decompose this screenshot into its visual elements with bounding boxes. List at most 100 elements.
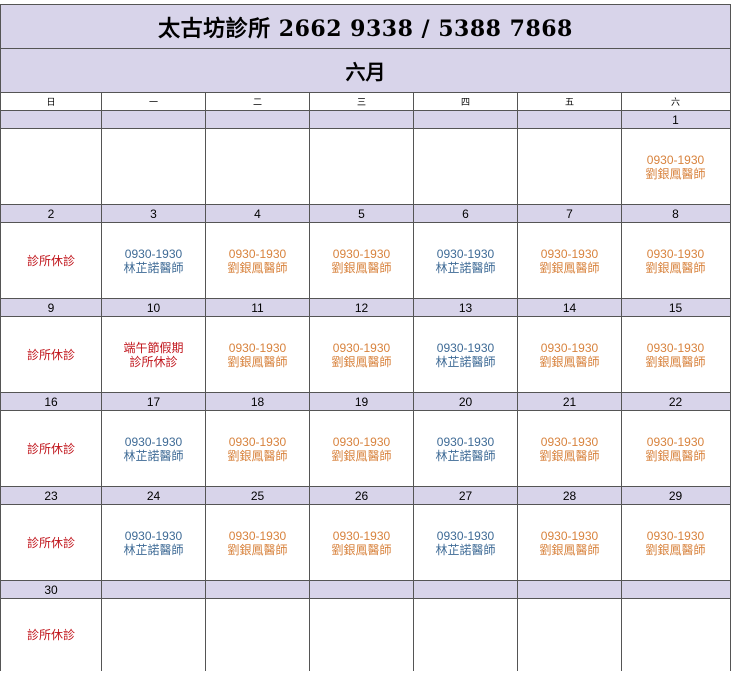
schedule-note: 劉銀鳳醫師 xyxy=(645,354,706,369)
schedule-cell: 0930-1930 林芷諾醫師 xyxy=(414,317,518,392)
schedule-note: 林芷諾醫師 xyxy=(123,260,184,275)
schedule-hours: 0930-1930 xyxy=(228,246,287,261)
schedule-cell: 0930-1930 劉銀鳳醫師 xyxy=(518,505,622,580)
date-cell: 28 xyxy=(518,487,622,504)
schedule-cell: 端午節假期 診所休診 xyxy=(102,317,206,392)
schedule-cell: 0930-1930 林芷諾醫師 xyxy=(102,411,206,486)
date-cell xyxy=(1,111,102,128)
schedule-note: 劉銀鳳醫師 xyxy=(539,542,600,557)
schedule-note: 劉銀鳳醫師 xyxy=(645,448,706,463)
schedule-cell: 0930-1930 劉銀鳳醫師 xyxy=(310,505,414,580)
date-cell: 10 xyxy=(102,299,206,316)
schedule-note: 診所休診 xyxy=(26,628,75,642)
month-title: 六月 xyxy=(1,49,730,93)
schedule-hours: 0930-1930 xyxy=(332,340,391,355)
schedule-cell: 0930-1930 林芷諾醫師 xyxy=(102,223,206,298)
schedule-hours: 端午節假期 xyxy=(123,340,184,355)
schedule-row: 診所休診 0930-1930 林芷諾醫師 0930-1930 劉銀鳳醫師 0930-193… xyxy=(1,223,730,299)
date-cell: 8 xyxy=(672,206,679,221)
schedule-cell: 診所休診 xyxy=(1,223,102,298)
date-cell xyxy=(206,581,310,598)
schedule-note: 林芷諾醫師 xyxy=(123,542,184,557)
date-cell xyxy=(310,111,414,128)
schedule-note: 劉銀鳳醫師 xyxy=(227,260,288,275)
schedule-hours: 0930-1930 xyxy=(646,434,705,449)
date-cell xyxy=(414,111,518,128)
date-cell: 23 xyxy=(1,487,102,504)
weekday-header-cell: 五 xyxy=(518,93,622,110)
schedule-hours: 0930-1930 xyxy=(228,528,287,543)
schedule-note: 劉銀鳳醫師 xyxy=(645,542,706,557)
schedule-cell: 診所休診 xyxy=(1,317,102,392)
schedule-note: 診所休診 xyxy=(26,441,75,456)
schedule-note: 林芷諾醫師 xyxy=(435,354,496,369)
schedule-cell xyxy=(102,599,206,671)
weekday-header-cell: 日 xyxy=(1,93,102,110)
date-cell: 26 xyxy=(310,487,414,504)
schedule-cell: 0930-1930 劉銀鳳醫師 xyxy=(622,223,729,298)
date-cell: 24 xyxy=(102,487,206,504)
schedule-note: 劉銀鳳醫師 xyxy=(331,260,392,275)
schedule-note: 診所休診 xyxy=(26,535,75,550)
schedule-note: 劉銀鳳醫師 xyxy=(227,448,288,463)
schedule-cell: 0930-1930 劉銀鳳醫師 xyxy=(310,317,414,392)
date-cell: 15 xyxy=(668,300,683,315)
schedule-hours: 0930-1930 xyxy=(436,528,495,543)
schedule-note: 診所休診 xyxy=(26,253,75,268)
date-cell: 9 xyxy=(1,299,102,316)
schedule-cell xyxy=(310,599,414,671)
weekday-header-cell: 三 xyxy=(310,93,414,110)
schedule-cell: 0930-1930 劉銀鳳醫師 xyxy=(518,317,622,392)
schedule-cell xyxy=(206,599,310,671)
schedule-note: 林芷諾醫師 xyxy=(123,448,184,463)
date-cell: 5 xyxy=(310,205,414,222)
date-cell: 12 xyxy=(310,299,414,316)
date-cell xyxy=(518,581,622,598)
schedule-row: 診所休診 xyxy=(1,599,730,671)
schedule-hours: 0930-1930 xyxy=(436,340,495,355)
schedule-cell xyxy=(518,129,622,204)
schedule-hours: 0930-1930 xyxy=(646,340,705,355)
schedule-cell xyxy=(1,129,102,204)
schedule-note: 診所休診 xyxy=(26,347,75,362)
schedule-note: 劉銀鳳醫師 xyxy=(645,166,706,181)
date-cell xyxy=(206,111,310,128)
schedule-note: 劉銀鳳醫師 xyxy=(539,354,600,369)
schedule-row: 診所休診 0930-1930 林芷諾醫師 0930-1930 劉銀鳳醫師 0930-193… xyxy=(1,411,730,487)
schedule-hours: 0930-1930 xyxy=(124,434,183,449)
schedule-cell: 0930-1930 林芷諾醫師 xyxy=(102,505,206,580)
schedule-note: 劉銀鳳醫師 xyxy=(331,542,392,557)
date-cell: 21 xyxy=(518,393,622,410)
date-cell: 29 xyxy=(668,488,683,503)
schedule-hours: 0930-1930 xyxy=(332,246,391,261)
schedule-cell xyxy=(414,599,518,671)
schedule-cell: 0930-1930 劉銀鳳醫師 xyxy=(206,411,310,486)
schedule-cell: 0930-1930 劉銀鳳醫師 xyxy=(310,411,414,486)
date-cell xyxy=(102,111,206,128)
date-cell: 17 xyxy=(102,393,206,410)
schedule-note: 林芷諾醫師 xyxy=(435,542,496,557)
schedule-cell: 0930-1930 劉銀鳳醫師 xyxy=(206,505,310,580)
date-cell: 4 xyxy=(206,205,310,222)
date-cell xyxy=(518,111,622,128)
schedule-note: 劉銀鳳醫師 xyxy=(331,354,392,369)
date-row: 16 17 18 19 20 21 22 xyxy=(1,393,730,411)
date-row: 1 xyxy=(1,111,730,129)
schedule-note: 劉銀鳳醫師 xyxy=(227,542,288,557)
date-row: 234567 8 xyxy=(1,205,730,223)
date-cell xyxy=(414,581,518,598)
date-cell: 20 xyxy=(414,393,518,410)
schedule-hours: 0930-1930 xyxy=(540,528,599,543)
date-cell: 13 xyxy=(414,299,518,316)
schedule-hours: 0930-1930 xyxy=(124,246,183,261)
date-cell: 2 xyxy=(1,205,102,222)
date-cell: 16 xyxy=(1,393,102,410)
schedule-hours: 0930-1930 xyxy=(436,434,495,449)
schedule-row: 診所休診 0930-1930 林芷諾醫師 0930-1930 劉銀鳳醫師 0930-193… xyxy=(1,505,730,581)
schedule-cell: 0930-1930 劉銀鳳醫師 xyxy=(206,223,310,298)
schedule-cell: 診所休診 xyxy=(1,505,102,580)
date-row: 23 24 25 26 27 28 29 xyxy=(1,487,730,505)
date-row: 9 10 11 12 13 14 15 xyxy=(1,299,730,317)
date-cell xyxy=(102,581,206,598)
schedule-cell: 0930-1930 林芷諾醫師 xyxy=(414,411,518,486)
